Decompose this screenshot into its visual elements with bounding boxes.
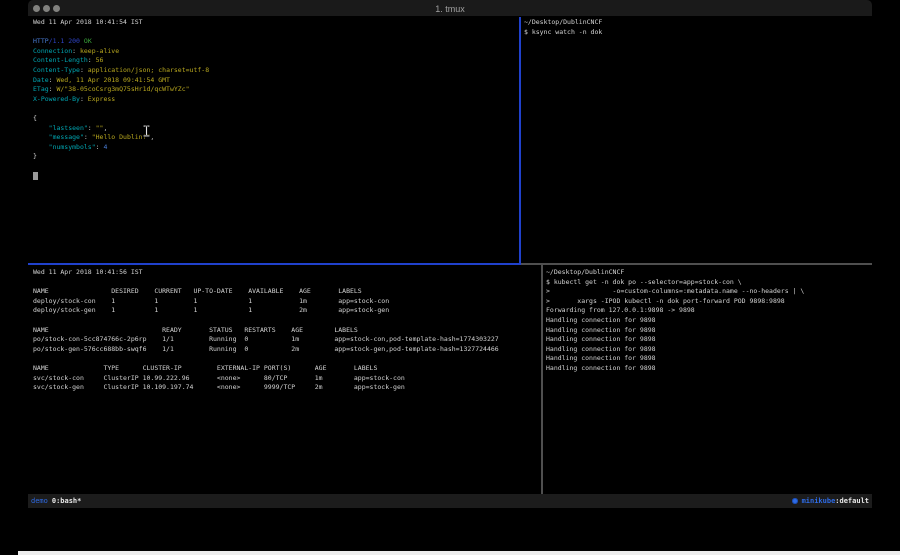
kube-context-namespace: :default [835,497,869,505]
ksync-watch-text: ~/Desktop/DublinCNCF$ ksync watch -n dok [521,17,872,37]
tmux-session-name: demo [31,497,48,505]
bottom-white-strip [18,551,900,555]
tmux-window-tab[interactable]: 0:bash* [52,497,82,505]
kubectl-tables-text: Wed 11 Apr 2018 10:41:56 IST NAME DESIRE… [28,265,541,393]
kube-context-name: minikube [802,497,836,505]
port-forward-text: ~/Desktop/DublinCNCF$ kubectl get -n dok… [543,265,872,374]
kubernetes-wheel-icon [792,498,798,504]
tmux-status-bar: demo 0:bash* minikube:default [28,494,872,508]
pane-http-output[interactable]: Wed 11 Apr 2018 10:41:54 IST HTTP/1.1 20… [28,17,519,263]
text-cursor-pointer-icon [143,122,150,141]
terminal-window: 1. tmux Wed 11 Apr 2018 10:41:54 IST HTT… [28,0,872,508]
pane-kubectl-resources[interactable]: Wed 11 Apr 2018 10:41:56 IST NAME DESIRE… [28,265,541,494]
window-title: 1. tmux [28,0,872,17]
pane-port-forward[interactable]: ~/Desktop/DublinCNCF$ kubectl get -n dok… [543,265,872,494]
pane-ksync-watch[interactable]: ~/Desktop/DublinCNCF$ ksync watch -n dok [521,17,872,263]
window-titlebar[interactable]: 1. tmux [28,0,872,17]
desktop-background: 1. tmux Wed 11 Apr 2018 10:41:54 IST HTT… [0,0,900,555]
http-response-text: Wed 11 Apr 2018 10:41:54 IST HTTP/1.1 20… [28,17,519,181]
